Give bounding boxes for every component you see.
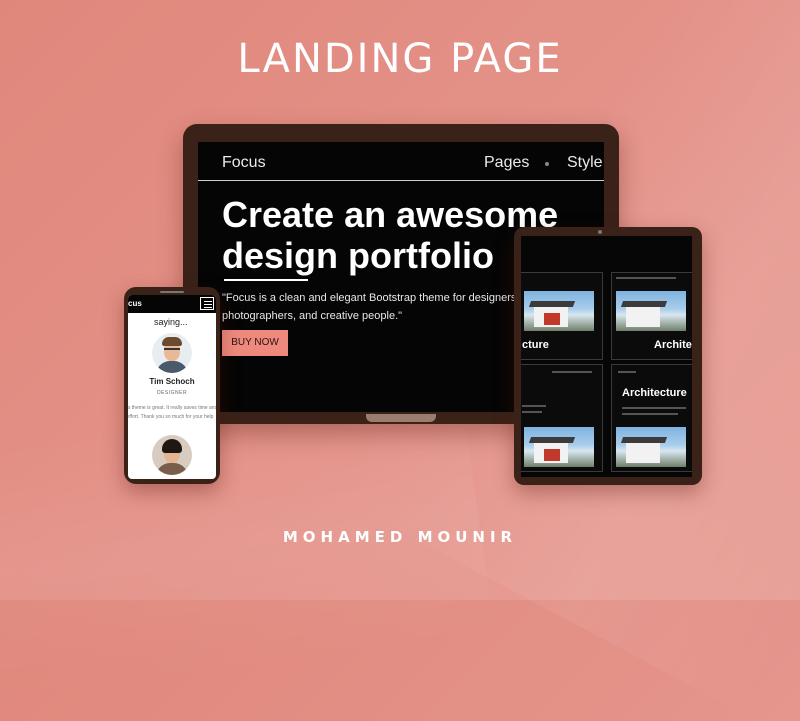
background-sheen — [0, 379, 496, 721]
tablet-camera — [598, 230, 602, 234]
nav-separator-dot — [545, 162, 549, 166]
nav-brand[interactable]: Focus — [222, 154, 266, 172]
testimonial-quote: cus theme is great. It really saves time… — [128, 405, 216, 420]
nav-item-pages[interactable]: Pages — [484, 154, 529, 172]
project-card[interactable]: Archite — [611, 272, 692, 360]
author-name: MOHAMED MOUNIR — [282, 528, 518, 546]
nav-divider — [198, 180, 604, 181]
project-photo — [524, 291, 594, 331]
buy-now-button[interactable]: BUY NOW — [222, 330, 288, 356]
testimonials-heading: saying... — [154, 317, 188, 327]
project-card[interactable]: Architecture — [611, 364, 692, 472]
phone-navbar: cus — [128, 295, 216, 313]
project-card[interactable]: cture — [521, 272, 603, 360]
avatar — [152, 435, 192, 475]
testimonial-role: DESIGNER — [156, 390, 188, 396]
project-photo — [616, 427, 686, 467]
avatar — [152, 333, 192, 373]
testimonial-name: Tim Schoch — [149, 377, 195, 386]
phone-brand[interactable]: cus — [128, 299, 142, 308]
project-card[interactable] — [521, 364, 603, 472]
project-label: Architecture — [622, 387, 687, 399]
phone-screen: cus saying... Tim Schoch DESIGNER cus th… — [128, 295, 216, 479]
nav-item-style[interactable]: Style — [567, 154, 603, 172]
project-photo — [616, 291, 686, 331]
project-photo — [524, 427, 594, 467]
phone-speaker — [160, 291, 184, 293]
project-label: cture — [522, 339, 549, 351]
hamburger-icon[interactable] — [200, 297, 214, 310]
hero-underline — [224, 279, 308, 281]
page-title: LANDING PAGE — [237, 36, 563, 82]
tablet-screen: cture Archite Architecture — [521, 236, 692, 477]
project-label: Archite — [654, 339, 692, 351]
laptop-base-notch — [366, 414, 436, 422]
